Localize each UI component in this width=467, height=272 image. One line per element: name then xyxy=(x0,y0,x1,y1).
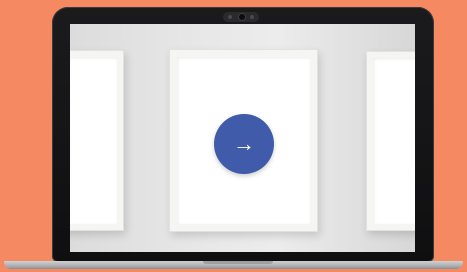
picture-frame-left xyxy=(70,50,124,231)
picture-frame-right xyxy=(366,51,415,231)
laptop-base xyxy=(4,261,463,269)
sensor-dot xyxy=(250,15,254,19)
frame-mat xyxy=(373,58,415,224)
webcam-icon xyxy=(239,14,245,20)
next-slide-button[interactable]: → xyxy=(214,114,274,174)
laptop-screen: → xyxy=(70,24,415,252)
frame-mat xyxy=(70,57,117,224)
laptop-notch xyxy=(203,261,273,264)
webcam-housing xyxy=(223,12,259,22)
arrow-right-icon: → xyxy=(233,131,255,156)
laptop-lid: → xyxy=(52,7,434,262)
sensor-dot xyxy=(228,15,232,19)
page: → xyxy=(0,0,467,272)
